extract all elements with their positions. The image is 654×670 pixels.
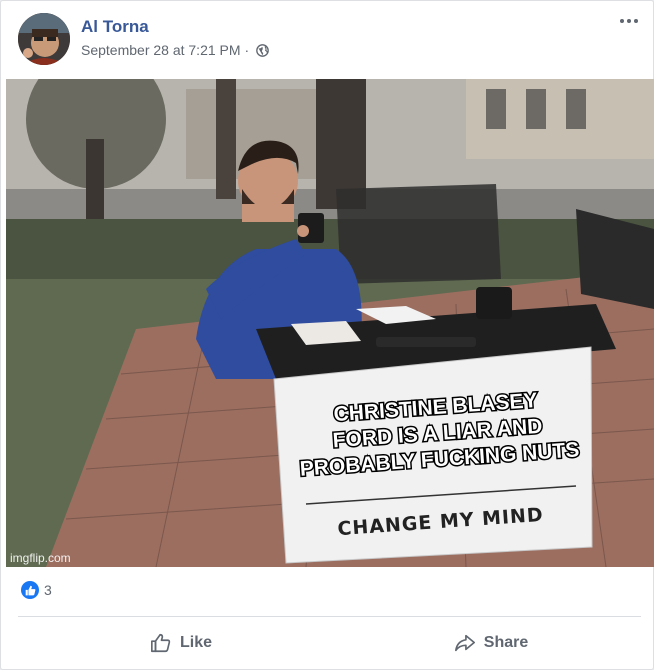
share-icon [454,634,475,652]
reaction-summary[interactable]: 3 [21,581,52,599]
reaction-count: 3 [44,582,52,598]
like-icon [150,633,171,653]
watermark: imgflip.com [10,551,71,565]
like-reaction-icon [21,581,39,599]
more-options-icon[interactable] [617,11,641,31]
divider [18,616,641,617]
share-label: Share [483,634,529,651]
meta-separator: · [244,42,250,58]
post-timestamp[interactable]: September 28 at 7:21 PM [81,42,241,58]
author-name[interactable]: Al Torna [81,17,149,37]
globe-icon[interactable] [256,43,270,57]
like-label: Like [179,634,212,651]
like-button[interactable]: Like [101,626,261,660]
post-meta: September 28 at 7:21 PM · [81,42,270,58]
share-button[interactable]: Share [411,626,571,660]
post-image[interactable]: CHRISTINE BLASEY FORD IS A LIAR AND PROB… [6,79,654,567]
feed-post: Al Torna September 28 at 7:21 PM · CHRIS… [0,0,654,670]
avatar[interactable] [18,13,70,65]
